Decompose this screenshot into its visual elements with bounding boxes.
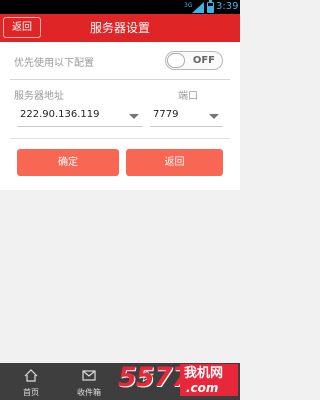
clock: 3:39 xyxy=(216,1,239,12)
toggle-knob xyxy=(167,53,185,68)
server-address-select[interactable]: 222.90.136.119 xyxy=(17,105,143,127)
watermark-domain: .com xyxy=(186,381,219,395)
site-watermark: 5577 我机网 .com xyxy=(118,360,240,400)
tab-home[interactable]: 首页 xyxy=(5,363,57,400)
port-value: 7779 xyxy=(153,109,179,120)
battery-icon xyxy=(207,0,214,13)
watermark-number: 5577 xyxy=(118,362,190,393)
header-bar: 返回 服务器设置 xyxy=(0,14,240,42)
watermark-text: 我机网 xyxy=(184,366,224,381)
preference-toggle[interactable]: OFF xyxy=(165,51,223,70)
server-address-label: 服务器地址 xyxy=(14,91,64,102)
settings-card: 优先使用以下配置 OFF 服务器地址 端口 222.90.136.119 777… xyxy=(0,42,240,190)
dropdown-arrow-icon xyxy=(129,114,139,119)
port-label: 端口 xyxy=(178,91,198,102)
confirm-button[interactable]: 确定 xyxy=(17,149,119,176)
status-bar: 3G 3:39 xyxy=(0,0,240,14)
toggle-state-text: OFF xyxy=(192,55,215,66)
network-type: 3G xyxy=(184,2,193,9)
watermark-badge: 我机网 .com xyxy=(180,364,238,396)
server-address-value: 222.90.136.119 xyxy=(20,109,100,120)
home-icon xyxy=(24,369,38,382)
divider xyxy=(10,138,230,139)
port-select[interactable]: 7779 xyxy=(150,105,223,127)
tab-inbox[interactable]: 收件箱 xyxy=(63,363,115,400)
section-divider xyxy=(10,79,230,80)
preference-label: 优先使用以下配置 xyxy=(14,58,94,69)
signal-icon: 3G xyxy=(184,2,204,13)
page-title: 服务器设置 xyxy=(89,21,150,35)
mail-icon xyxy=(82,370,96,381)
tab-label: 首页 xyxy=(23,388,39,397)
return-button[interactable]: 返回 xyxy=(126,149,223,176)
dropdown-arrow-icon xyxy=(209,114,219,119)
tab-label: 收件箱 xyxy=(77,388,101,397)
